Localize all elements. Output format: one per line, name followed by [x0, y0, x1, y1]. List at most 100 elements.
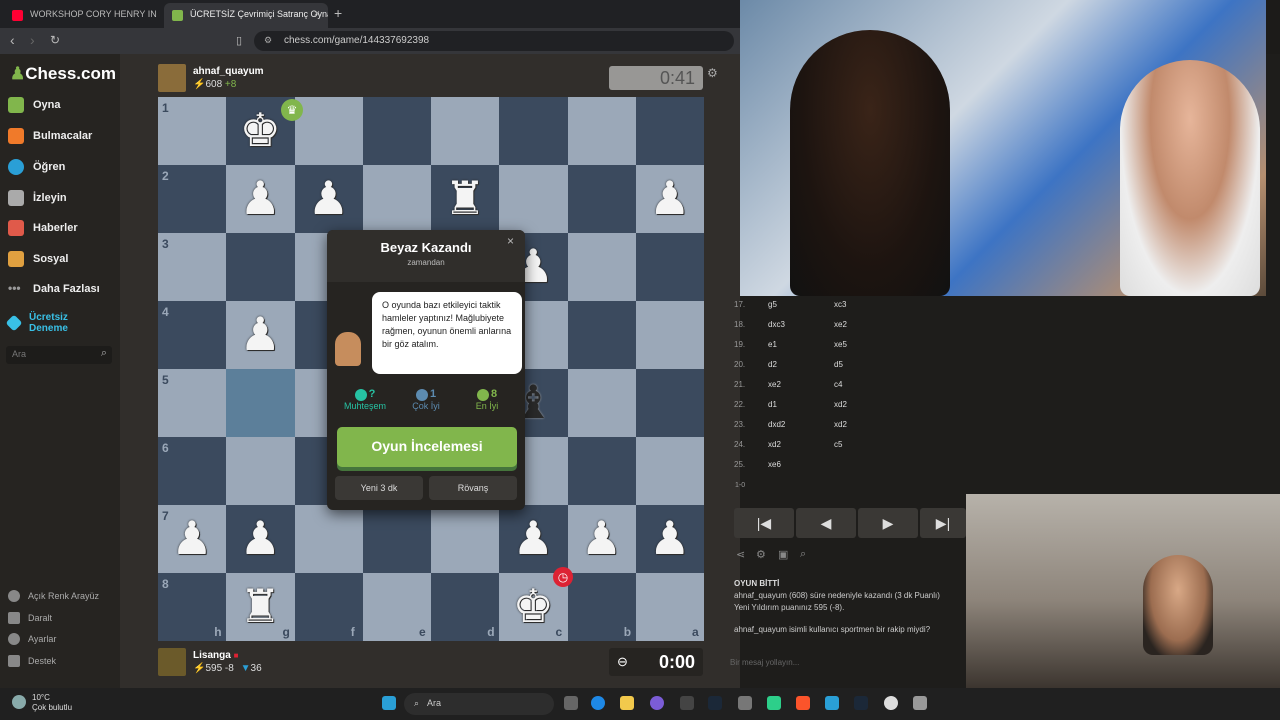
zoom-icon[interactable]: ⌕ [800, 548, 806, 561]
white-pawn-piece[interactable]: ♟ [226, 311, 294, 357]
top-player-name[interactable]: ahnaf_quayum [193, 66, 264, 77]
sidebar-item-social[interactable]: Sosyal [8, 248, 118, 270]
white-rook-piece[interactable]: ♜ [431, 175, 499, 221]
sidebar-item-puzzles[interactable]: Bulmacalar [8, 125, 118, 147]
sidebar-item-learn[interactable]: Öğren [8, 156, 118, 178]
board-square[interactable] [567, 369, 636, 437]
browser-tab-chess[interactable]: ÜCRETSİZ Çevrimiçi Satranç Oyna × [164, 3, 328, 28]
game-review-button[interactable]: Oyun İncelemesi [337, 427, 517, 467]
black-pawn-piece[interactable]: ♟ [158, 515, 226, 561]
black-pawn-piece[interactable]: ♟ [636, 515, 704, 561]
obs-icon[interactable] [884, 696, 898, 710]
black-rook-piece[interactable]: ♜ [226, 583, 294, 629]
sidebar-support[interactable]: Destek [8, 655, 56, 667]
task-view-icon[interactable] [564, 696, 578, 710]
white-move[interactable]: g5 [768, 300, 777, 309]
black-pawn-piece[interactable]: ♟ [499, 515, 567, 561]
reload-icon[interactable]: ↻ [50, 33, 60, 47]
steam-icon[interactable] [708, 696, 722, 710]
board-square[interactable] [499, 97, 568, 165]
edge-icon[interactable] [591, 696, 605, 710]
back-icon[interactable]: ‹ [10, 32, 15, 48]
tool-icon[interactable] [738, 696, 752, 710]
forward-icon[interactable]: › [30, 32, 35, 48]
url-input[interactable]: ⚙ chess.com/game/144337692398 [254, 31, 734, 51]
black-move[interactable]: xc3 [834, 300, 846, 309]
bookmark-icon[interactable]: ▯ [236, 34, 242, 47]
board-square[interactable] [294, 97, 363, 165]
share-icon[interactable]: ⋖ [736, 548, 745, 561]
new-game-button[interactable]: Yeni 3 dk [335, 476, 423, 500]
new-tab-button[interactable]: + [334, 5, 342, 21]
avatar[interactable] [158, 64, 186, 92]
board-square[interactable] [431, 505, 500, 573]
download-icon[interactable]: ▣ [778, 548, 788, 561]
black-pawn-piece[interactable]: ♟ [226, 515, 294, 561]
board-square[interactable] [431, 97, 500, 165]
steam-icon[interactable] [854, 696, 868, 710]
sidebar-settings[interactable]: Ayarlar [8, 633, 56, 645]
black-move[interactable]: c5 [834, 440, 842, 449]
board-square[interactable] [294, 505, 363, 573]
white-pawn-piece[interactable]: ♟ [636, 175, 704, 221]
white-pawn-piece[interactable]: ♟ [226, 175, 294, 221]
first-move-button[interactable]: |◀ [734, 508, 794, 538]
taskbar-search[interactable]: ⌕ Ara [404, 693, 554, 715]
board-square[interactable] [567, 97, 636, 165]
rematch-button[interactable]: Rövanş [429, 476, 517, 500]
board-settings-gear-icon[interactable]: ⚙ [707, 66, 718, 80]
black-move[interactable]: c4 [834, 380, 842, 389]
black-king-piece[interactable]: ♚ [499, 583, 567, 629]
white-move[interactable]: e1 [768, 340, 777, 349]
sidebar-item-play[interactable]: Oyna [8, 94, 118, 116]
analysis-icon[interactable]: ⚙ [756, 548, 766, 561]
white-move[interactable]: d2 [768, 360, 777, 369]
white-move[interactable]: dxc3 [768, 320, 785, 329]
sidebar-item-free-trial[interactable]: Ücretsiz Deneme [5, 309, 118, 337]
brave-icon[interactable] [796, 696, 810, 710]
sidebar-item-news[interactable]: Haberler [8, 217, 118, 239]
board-square[interactable] [635, 97, 704, 165]
weather-widget[interactable]: 10°C Çok bulutlu [12, 693, 72, 713]
board-square[interactable] [567, 301, 636, 369]
white-move[interactable]: xe2 [768, 380, 781, 389]
close-tab-icon[interactable]: × [314, 8, 320, 20]
sidebar-item-more[interactable]: ••• Daha Fazlası [8, 278, 118, 300]
white-pawn-piece[interactable]: ♟ [295, 175, 363, 221]
board-square[interactable] [635, 233, 704, 301]
app-icon[interactable] [767, 696, 781, 710]
board-square[interactable] [226, 233, 295, 301]
sidebar-light-theme[interactable]: Açık Renk Arayüz [8, 590, 99, 602]
previous-move-button[interactable]: ◀ [796, 508, 856, 538]
browser-tab-youtube[interactable]: WORKSHOP CORY HENRY IN RIO [4, 3, 160, 28]
black-move[interactable]: d5 [834, 360, 843, 369]
board-square[interactable] [635, 301, 704, 369]
black-move[interactable]: xd2 [834, 400, 847, 409]
windows-start-icon[interactable] [382, 696, 396, 710]
board-square[interactable] [362, 505, 431, 573]
chess-logo[interactable]: ♟Chess.com [10, 64, 116, 84]
close-icon[interactable]: × [507, 234, 514, 248]
avatar[interactable] [158, 648, 186, 676]
black-move[interactable]: xe2 [834, 320, 847, 329]
sidebar-collapse[interactable]: Daralt [8, 612, 52, 624]
black-move[interactable]: xd2 [834, 420, 847, 429]
white-move[interactable]: xe6 [768, 460, 781, 469]
board-square[interactable] [567, 437, 636, 505]
last-move-button[interactable]: ▶| [920, 508, 966, 538]
white-move[interactable]: d1 [768, 400, 777, 409]
white-move[interactable]: xd2 [768, 440, 781, 449]
site-info-icon[interactable]: ⚙ [264, 35, 272, 46]
board-square[interactable] [567, 165, 636, 233]
board-square[interactable] [635, 369, 704, 437]
send-icon[interactable] [825, 696, 839, 710]
sidebar-search-input[interactable]: Ara ⌕ [6, 346, 112, 364]
bottom-player-name[interactable]: Lisanga ■ [193, 650, 238, 661]
board-square[interactable] [635, 437, 704, 505]
board-square[interactable] [499, 165, 568, 233]
file-explorer-icon[interactable] [620, 696, 634, 710]
discord-icon[interactable] [650, 696, 664, 710]
app-icon[interactable] [680, 696, 694, 710]
board-square[interactable] [362, 97, 431, 165]
board-square[interactable] [362, 165, 431, 233]
